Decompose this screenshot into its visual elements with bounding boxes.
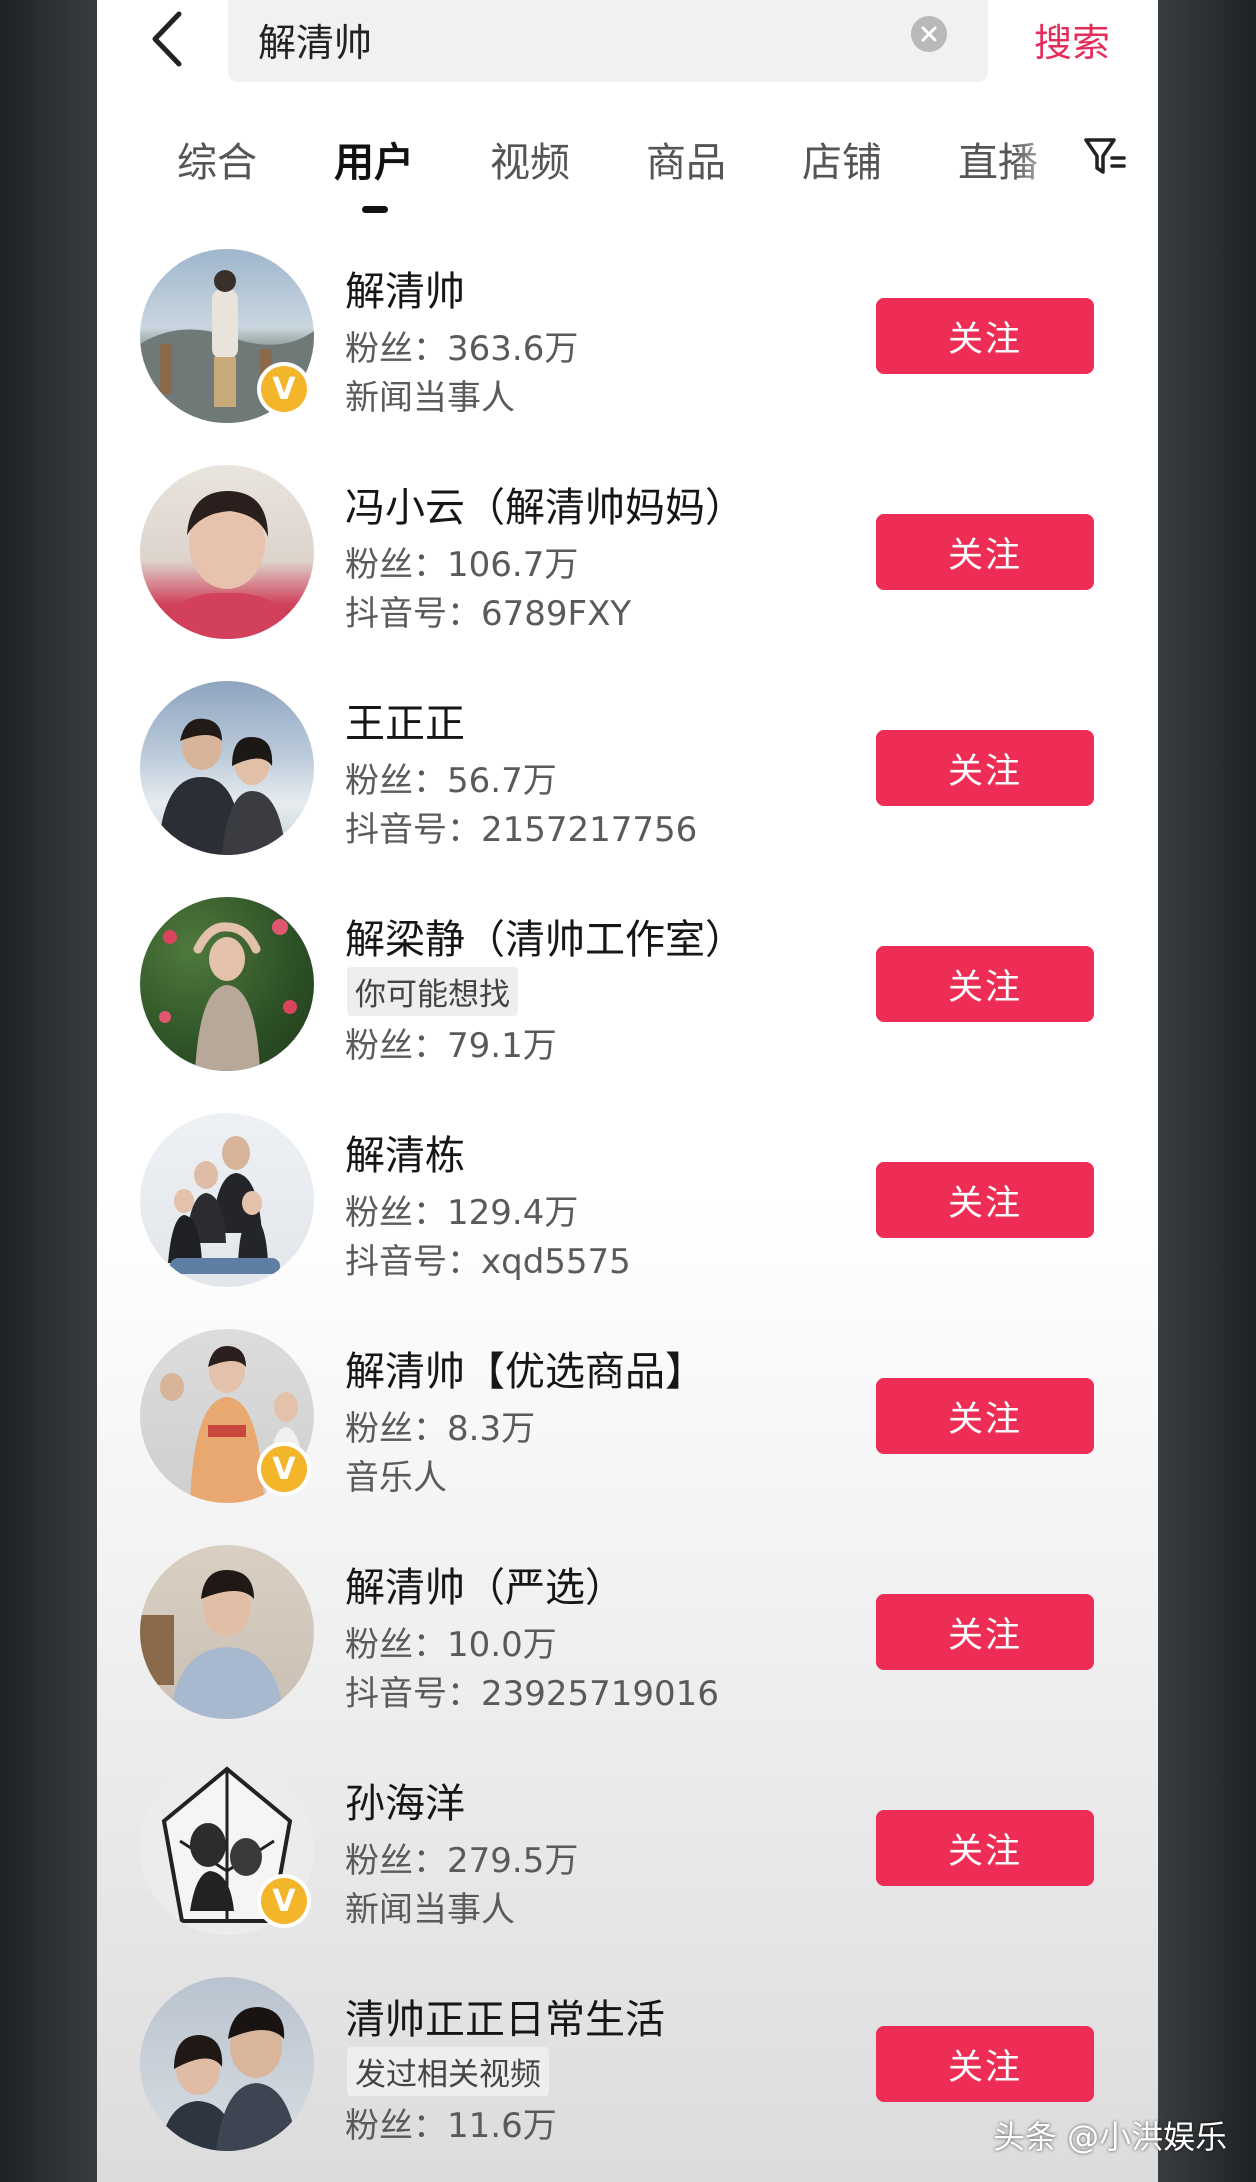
user-row[interactable]: 冯小云（解清帅妈妈） 粉丝：106.7万 抖音号：6789FXY 关注	[97, 461, 1158, 677]
user-row[interactable]: V 孙海洋 粉丝：279.5万 新闻当事人 关注	[97, 1757, 1158, 1973]
user-row[interactable]: V 解清帅【优选商品】 粉丝：8.3万 音乐人 关注	[97, 1325, 1158, 1541]
user-name: 解清帅【优选商品】	[345, 1349, 705, 1395]
verified-badge: V	[257, 1874, 311, 1928]
verified-badge: V	[257, 362, 311, 416]
user-name: 解清栋	[345, 1133, 465, 1179]
user-name: 冯小云（解清帅妈妈）	[345, 485, 745, 531]
user-row[interactable]: 解清栋 粉丝：129.4万 抖音号：xqd5575 关注	[97, 1109, 1158, 1325]
user-description: 抖音号：6789FXY	[345, 594, 632, 634]
back-arrow-icon	[152, 11, 182, 67]
avatar[interactable]	[140, 897, 314, 1071]
user-name: 孙海洋	[345, 1781, 465, 1827]
tab-shops[interactable]: 店铺	[802, 130, 882, 188]
verified-v-icon: V	[261, 1446, 307, 1492]
tab-users[interactable]: 用户	[334, 130, 414, 188]
user-description: 音乐人	[345, 1458, 447, 1498]
avatar[interactable]	[140, 1977, 314, 2151]
user-list: V 解清帅 粉丝：363.6万 新闻当事人 关注 冯小云（解清帅妈妈） 粉丝：1…	[97, 245, 1158, 2182]
follow-button[interactable]: 关注	[876, 514, 1094, 590]
search-query: 解清帅	[258, 21, 373, 65]
avatar[interactable]	[140, 681, 314, 855]
follow-button[interactable]: 关注	[876, 1162, 1094, 1238]
tab-fade	[1012, 120, 1092, 200]
tab-bar: 综合 用户 视频 商品 店铺 直播	[97, 130, 1158, 213]
watermark: 头条 @小洪娱乐	[993, 2118, 1228, 2156]
follow-button[interactable]: 关注	[876, 298, 1094, 374]
user-description: 新闻当事人	[345, 1890, 515, 1930]
avatar[interactable]	[140, 1113, 314, 1287]
tab-comprehensive[interactable]: 综合	[177, 130, 257, 188]
follow-button[interactable]: 关注	[876, 2026, 1094, 2102]
user-name: 清帅正正日常生活	[345, 1997, 665, 2043]
user-name: 王正正	[345, 701, 465, 747]
verified-v-icon: V	[261, 1878, 307, 1924]
follow-button[interactable]: 关注	[876, 730, 1094, 806]
follower-count: 粉丝：363.6万	[345, 329, 579, 369]
user-row[interactable]: 解清帅（严选） 粉丝：10.0万 抖音号：23925719016 关注	[97, 1541, 1158, 1757]
follow-button[interactable]: 关注	[876, 946, 1094, 1022]
clear-button[interactable]	[911, 16, 947, 52]
user-description: 抖音号：23925719016	[345, 1674, 719, 1714]
follow-button[interactable]: 关注	[876, 1378, 1094, 1454]
user-name: 解清帅	[345, 269, 465, 315]
verified-v-icon: V	[261, 366, 307, 412]
follower-count: 粉丝：129.4万	[345, 1193, 579, 1233]
tab-videos[interactable]: 视频	[490, 130, 570, 188]
avatar[interactable]	[140, 465, 314, 639]
search-button[interactable]: 搜索	[1034, 12, 1110, 67]
follow-button[interactable]: 关注	[876, 1810, 1094, 1886]
user-name: 解清帅（严选）	[345, 1565, 625, 1611]
user-description: 抖音号：xqd5575	[345, 1242, 631, 1282]
user-description: 抖音号：2157217756	[345, 810, 698, 850]
related-video-tag: 发过相关视频	[347, 2047, 549, 2096]
user-row[interactable]: 王正正 粉丝：56.7万 抖音号：2157217756 关注	[97, 677, 1158, 893]
follower-count: 粉丝：106.7万	[345, 545, 579, 585]
verified-badge: V	[257, 1442, 311, 1496]
suggestion-tag: 你可能想找	[347, 967, 518, 1016]
tab-products[interactable]: 商品	[646, 130, 726, 188]
filter-icon	[1084, 138, 1126, 174]
clear-icon	[921, 26, 937, 42]
follower-count: 粉丝：8.3万	[345, 1409, 536, 1449]
back-button[interactable]	[137, 4, 197, 74]
user-row[interactable]: 解梁静（清帅工作室） 你可能想找 粉丝：79.1万 关注	[97, 893, 1158, 1109]
user-row[interactable]: V 解清帅 粉丝：363.6万 新闻当事人 关注	[97, 245, 1158, 461]
left-backdrop	[0, 0, 97, 2182]
search-bar: 解清帅 搜索	[97, 0, 1158, 90]
filter-button[interactable]	[1082, 134, 1128, 184]
follower-count: 粉丝：11.6万	[345, 2106, 557, 2146]
phone-screen: 解清帅 搜索 综合 用户 视频 商品 店铺 直播 V 解清帅 粉丝：363.6万…	[97, 0, 1158, 2182]
follower-count: 粉丝：279.5万	[345, 1841, 579, 1881]
user-name: 解梁静（清帅工作室）	[345, 917, 745, 963]
avatar[interactable]	[140, 1545, 314, 1719]
follower-count: 粉丝：10.0万	[345, 1625, 557, 1665]
right-backdrop	[1158, 0, 1256, 2182]
follow-button[interactable]: 关注	[876, 1594, 1094, 1670]
search-input[interactable]: 解清帅	[228, 0, 988, 82]
follower-count: 粉丝：79.1万	[345, 1026, 557, 1066]
active-tab-indicator	[362, 206, 388, 213]
user-description: 新闻当事人	[345, 378, 515, 418]
follower-count: 粉丝：56.7万	[345, 761, 557, 801]
